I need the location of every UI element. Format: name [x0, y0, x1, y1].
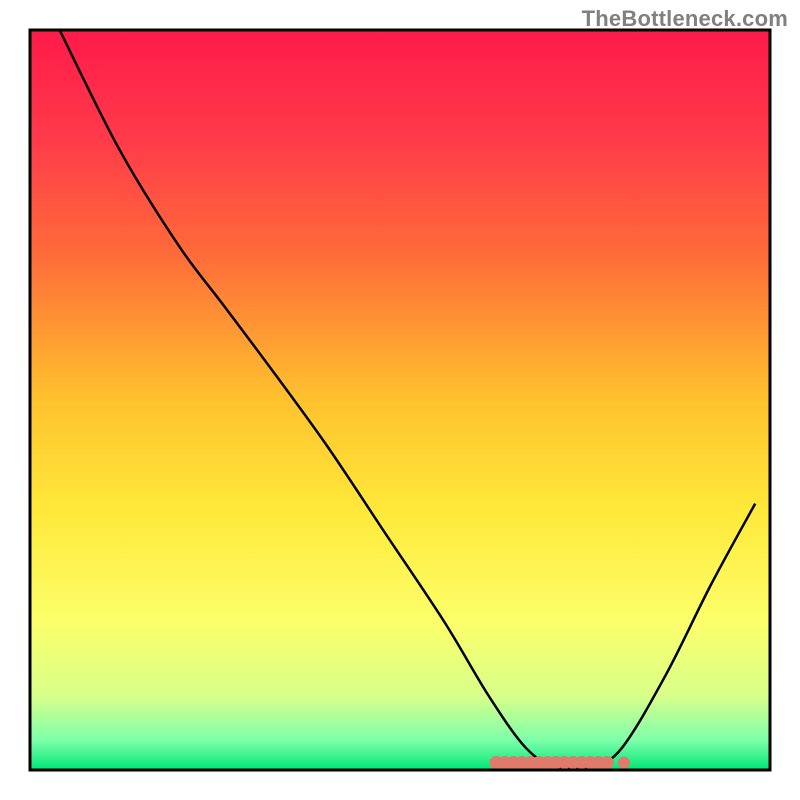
- watermark-text: TheBottleneck.com: [582, 6, 788, 32]
- marker-band: [490, 756, 630, 769]
- plot-area: [30, 30, 770, 770]
- gradient-background: [30, 30, 770, 770]
- bottleneck-chart: [0, 0, 800, 800]
- chart-container: TheBottleneck.com: [0, 0, 800, 800]
